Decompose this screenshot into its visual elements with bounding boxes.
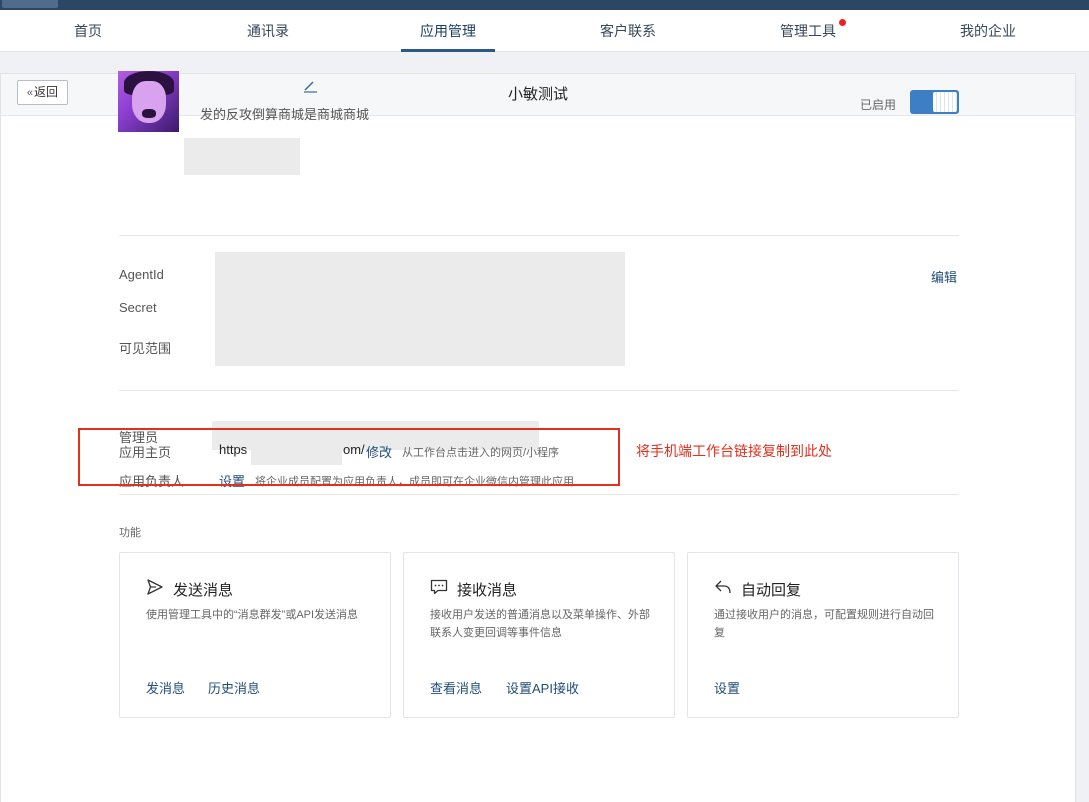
feature-card-send: 发送消息 使用管理工具中的“消息群发”或API发送消息 发消息 历史消息 [119,552,391,718]
divider [119,390,959,391]
logo [2,0,58,8]
nav-tab-contacts[interactable]: 通讯录 [208,10,328,50]
agentid-label: AgentId [119,267,164,282]
app-avatar [118,71,179,132]
main-nav: 首页 通讯录 应用管理 客户联系 管理工具 我的企业 [0,10,1089,52]
edit-name-icon[interactable] [302,79,318,93]
set-api-receive-link[interactable]: 设置API接收 [506,678,579,697]
card-description: 接收用户发送的普通消息以及菜单操作、外部联系人变更回调等事件信息 [430,609,650,639]
nav-tab-management-tools[interactable]: 管理工具 [748,10,868,50]
divider [119,494,959,495]
send-icon [147,579,163,595]
callout-annotation: 将手机端工作台链接复制到此处 [636,443,832,459]
nav-tab-label: 管理工具 [780,23,836,39]
message-history-link[interactable]: 历史消息 [208,678,260,697]
view-messages-link[interactable]: 查看消息 [430,678,482,697]
app-description: 发的反攻倒算商城是商城商城 [200,107,370,122]
homepage-url-end: om/ [343,442,365,457]
visibility-label: 可见范围 [119,341,172,356]
credentials-redacted [215,252,625,366]
nav-tab-app-management[interactable]: 应用管理 [388,10,508,52]
homepage-url-start: https [219,442,248,457]
top-bar [0,0,1089,10]
card-description: 通过接收用户的消息，可配置规则进行自动回复 [714,609,934,639]
card-title: 发送消息 [173,582,234,599]
notification-dot [839,19,846,26]
edit-credentials-link[interactable]: 编辑 [931,267,957,286]
features-section-label: 功能 [119,527,141,539]
card-description: 使用管理工具中的“消息群发”或API发送消息 [146,609,359,621]
auto-reply-settings-link[interactable]: 设置 [714,678,740,697]
homepage-label: 应用主页 [119,445,172,460]
nav-tab-my-enterprise[interactable]: 我的企业 [928,10,1048,50]
feature-card-auto-reply: 自动回复 通过接收用户的消息，可配置规则进行自动回复 设置 [687,552,959,718]
status-label: 已启用 [860,98,897,112]
enable-toggle[interactable] [910,90,959,114]
app-name-redacted [184,138,300,175]
nav-tab-customer-contact[interactable]: 客户联系 [568,10,688,50]
send-message-link[interactable]: 发消息 [146,678,185,697]
homepage-modify-link[interactable]: 修改 [366,442,392,461]
card-title: 接收消息 [457,582,518,599]
homepage-url-redacted [251,437,342,465]
chat-bubble-icon [430,579,448,595]
feature-card-receive: 接收消息 接收用户发送的普通消息以及菜单操作、外部联系人变更回调等事件信息 查看… [403,552,675,718]
nav-tab-home[interactable]: 首页 [28,10,148,50]
card-title: 自动回复 [741,582,802,599]
toggle-knob [933,92,957,112]
divider [119,235,959,236]
secret-label: Secret [119,300,157,315]
nav-tab-label: 应用管理 [420,23,476,39]
reply-icon [715,580,731,594]
homepage-hint: 从工作台点击进入的网页/小程序 [402,447,560,459]
